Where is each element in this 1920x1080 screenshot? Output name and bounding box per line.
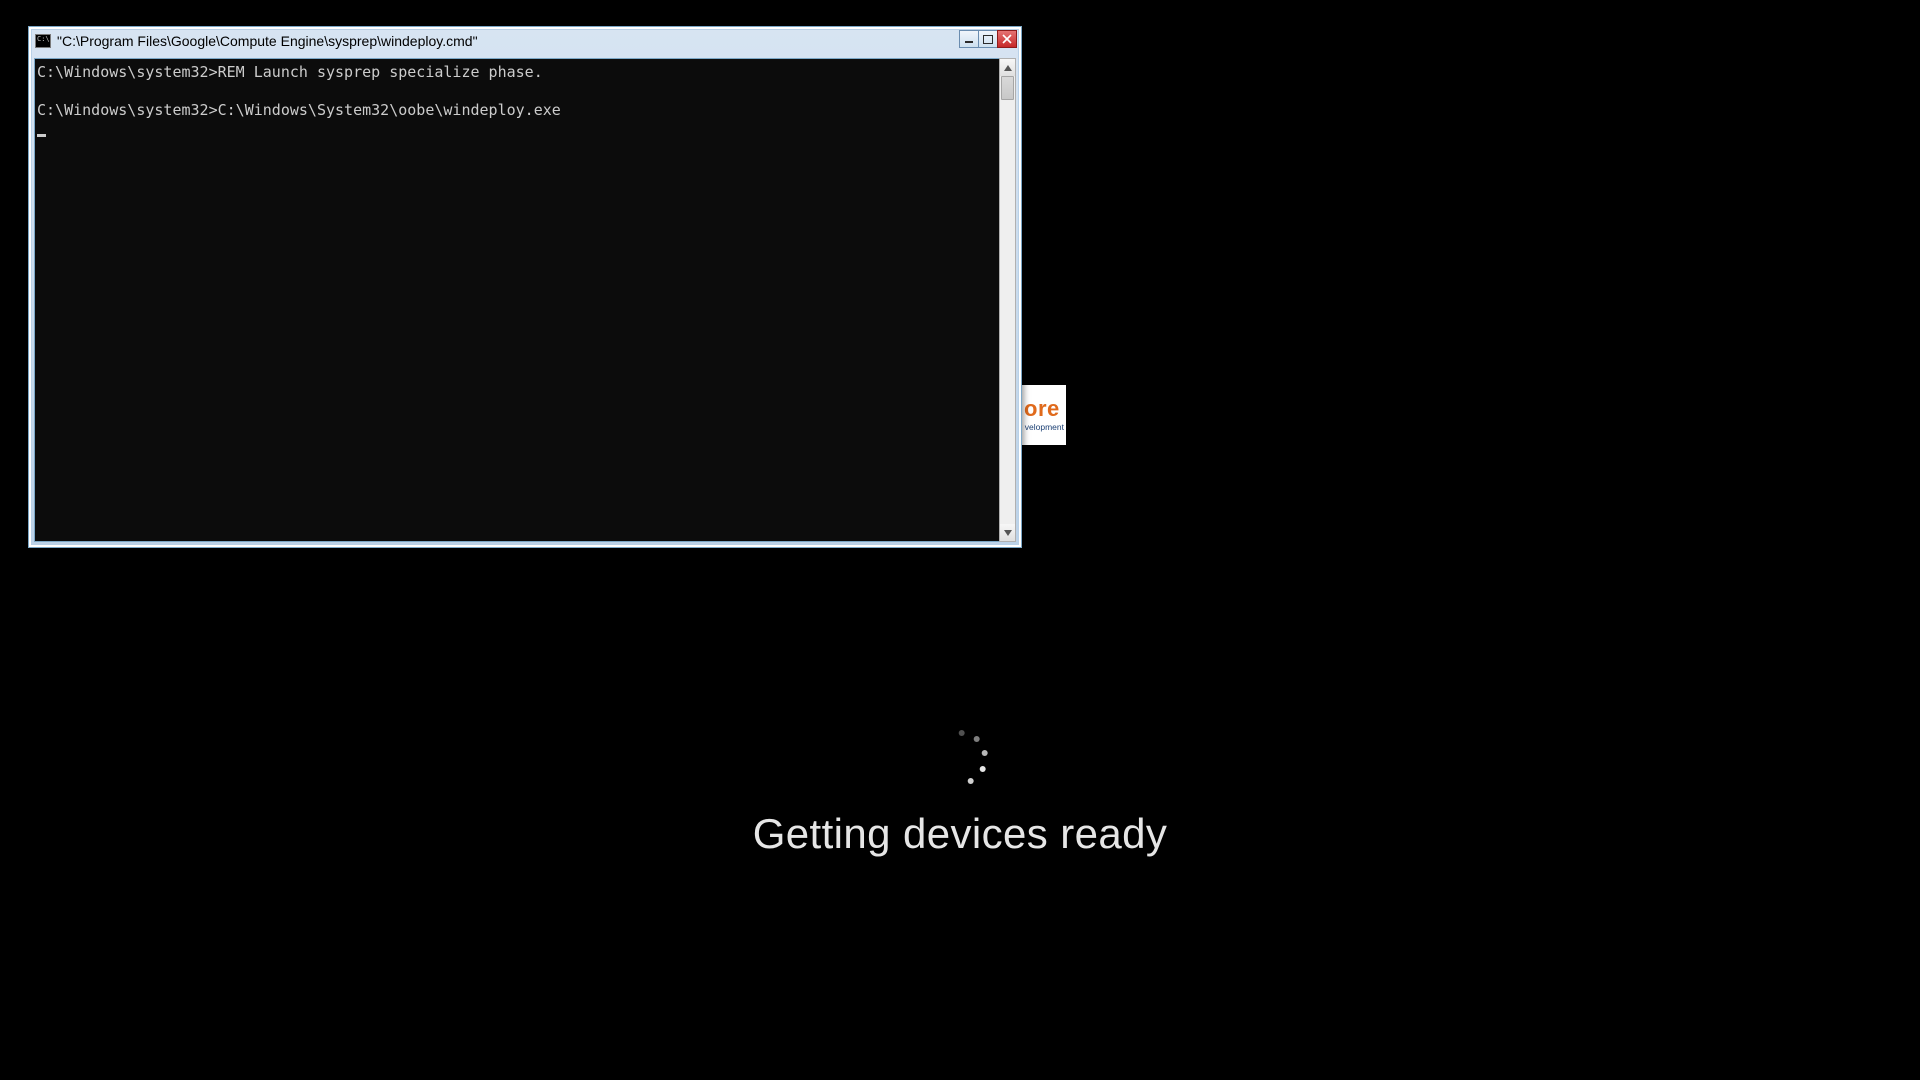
terminal-line: C:\Windows\system32>REM Launch sysprep s… xyxy=(37,63,543,81)
chevron-up-icon xyxy=(1004,65,1012,71)
logo-fragment-small: velopment xyxy=(1025,422,1064,432)
command-prompt-window[interactable]: C:\ "C:\Program Files\Google\Compute Eng… xyxy=(28,26,1022,548)
terminal-output[interactable]: C:\Windows\system32>REM Launch sysprep s… xyxy=(34,58,999,542)
window-client-area: C:\Windows\system32>REM Launch sysprep s… xyxy=(34,58,1016,542)
vertical-scrollbar[interactable] xyxy=(999,58,1016,542)
maximize-button[interactable] xyxy=(978,30,998,48)
title-bar[interactable]: C:\ "C:\Program Files\Google\Compute Eng… xyxy=(29,27,1021,55)
scroll-up-button[interactable] xyxy=(1000,59,1015,76)
logo-fragment-large: ore xyxy=(1024,398,1060,420)
chevron-down-icon xyxy=(1004,530,1012,536)
close-icon xyxy=(1002,34,1012,44)
cmd-icon: C:\ xyxy=(35,34,51,48)
terminal-cursor xyxy=(37,134,46,137)
close-button[interactable] xyxy=(997,30,1017,48)
background-logo-tile: ore velopment xyxy=(1022,385,1066,445)
scrollbar-thumb[interactable] xyxy=(1001,76,1014,100)
window-title: "C:\Program Files\Google\Compute Engine\… xyxy=(57,33,960,49)
minimize-button[interactable] xyxy=(959,30,979,48)
window-controls xyxy=(960,30,1017,50)
scroll-down-button[interactable] xyxy=(1000,524,1015,541)
loading-spinner-icon xyxy=(932,730,988,786)
oobe-loading: Getting devices ready xyxy=(753,730,1168,858)
scrollbar-track[interactable] xyxy=(1000,76,1015,524)
oobe-status-text: Getting devices ready xyxy=(753,810,1168,858)
terminal-line: C:\Windows\system32>C:\Windows\System32\… xyxy=(37,101,561,119)
